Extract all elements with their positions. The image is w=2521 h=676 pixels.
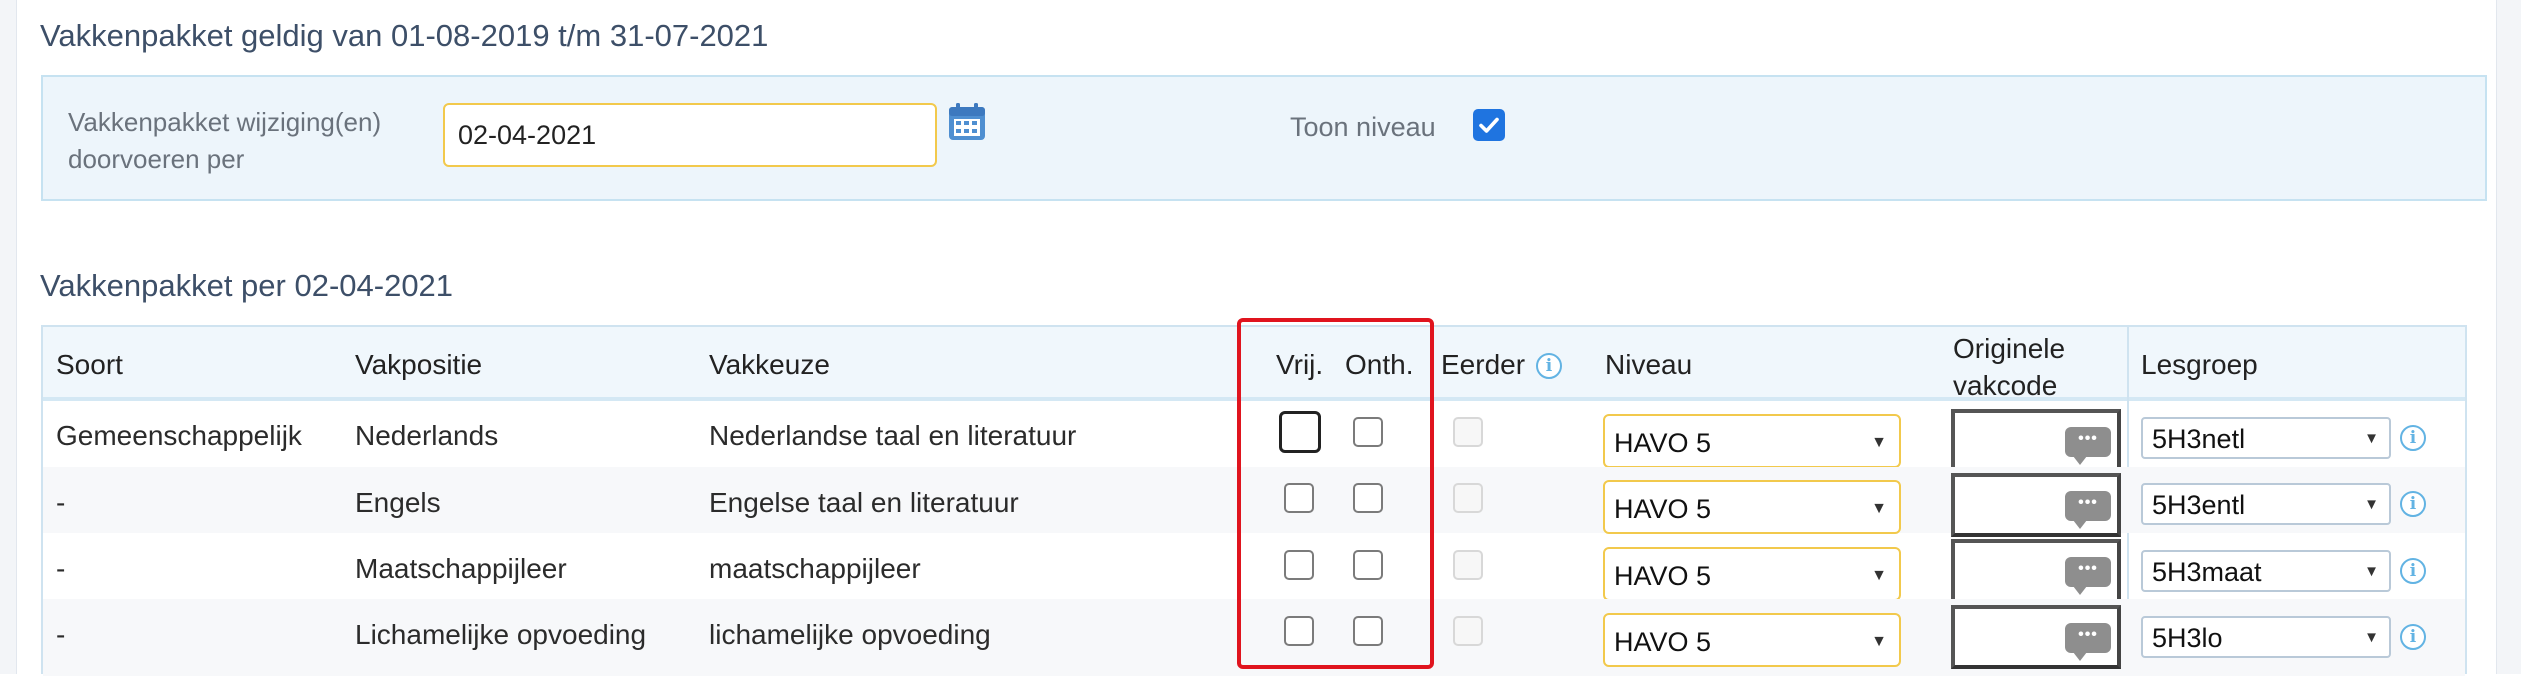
ontheffing-checkbox[interactable] xyxy=(1353,550,1383,580)
ontheffing-checkbox[interactable] xyxy=(1353,483,1383,513)
niveau-value: HAVO 5 xyxy=(1614,627,1712,657)
cell-vakkeuze: Engelse taal en literatuur xyxy=(709,487,1019,518)
right-gutter xyxy=(2496,0,2521,674)
header-vrij: Vrij. xyxy=(1276,349,1324,380)
niveau-select[interactable]: HAVO 5 ▼ xyxy=(1603,547,1901,601)
ontheffing-checkbox[interactable] xyxy=(1353,616,1383,646)
eerder-checkbox xyxy=(1453,417,1483,447)
vrijstelling-checkbox[interactable] xyxy=(1279,411,1321,453)
header-vakkeuze[interactable]: Vakkeuze xyxy=(709,349,830,381)
originele-vakcode-field[interactable]: ••• xyxy=(1951,409,2121,473)
calendar-icon[interactable] xyxy=(947,102,987,142)
vrijstelling-checkbox[interactable] xyxy=(1284,550,1314,580)
chevron-down-icon: ▼ xyxy=(2364,629,2379,646)
lesgroep-select[interactable]: 5H3lo ▼ xyxy=(2141,616,2391,658)
cell-vakkeuze: Nederlandse taal en literatuur xyxy=(709,420,1077,451)
chevron-down-icon: ▼ xyxy=(1871,633,1887,650)
table-row: - Maatschappijleer maatschappijleer HAVO… xyxy=(43,533,2465,603)
lesgroep-info-icon[interactable]: i xyxy=(2400,624,2426,650)
change-date-label-line2: doorvoeren per xyxy=(68,144,245,174)
lesgroep-select[interactable]: 5H3maat ▼ xyxy=(2141,550,2391,592)
niveau-value: HAVO 5 xyxy=(1614,561,1712,591)
ontheffing-checkbox[interactable] xyxy=(1353,417,1383,447)
cell-soort: - xyxy=(56,487,66,518)
chevron-down-icon: ▼ xyxy=(1871,500,1887,517)
subjects-table: Soort Vakpositie Vakkeuze Vrij. Onth. Ee… xyxy=(41,325,2467,676)
comment-icon[interactable]: ••• xyxy=(2065,557,2111,595)
cell-vakpositie: Lichamelijke opvoeding xyxy=(355,619,647,650)
cell-soort: - xyxy=(56,619,66,650)
table-row: - Engels Engelse taal en literatuur HAVO… xyxy=(43,467,2465,537)
originele-vakcode-field[interactable]: ••• xyxy=(1951,605,2121,669)
chevron-down-icon: ▼ xyxy=(1871,434,1887,451)
chevron-down-icon: ▼ xyxy=(2364,430,2379,447)
originele-vakcode-field[interactable]: ••• xyxy=(1951,473,2121,537)
lesgroep-info-icon[interactable]: i xyxy=(2400,491,2426,517)
eerder-checkbox xyxy=(1453,483,1483,513)
comment-icon[interactable]: ••• xyxy=(2065,623,2111,661)
chevron-down-icon: ▼ xyxy=(2364,563,2379,580)
cell-vakpositie: Nederlands xyxy=(355,420,499,451)
page-title: Vakkenpakket geldig van 01-08-2019 t/m 3… xyxy=(40,18,769,53)
lesgroep-select[interactable]: 5H3entl ▼ xyxy=(2141,483,2391,525)
lesgroep-value: 5H3netl xyxy=(2152,424,2246,454)
lesgroep-value: 5H3maat xyxy=(2152,557,2262,587)
header-vakpositie[interactable]: Vakpositie xyxy=(355,349,482,381)
header-niveau[interactable]: Niveau xyxy=(1605,349,1692,381)
header-onth: Onth. xyxy=(1345,349,1414,380)
header-originele-line2: vakcode xyxy=(1953,370,2058,401)
change-date-label-line1: Vakkenpakket wijziging(en) xyxy=(68,107,382,137)
header-originele-line1: Originele xyxy=(1953,333,2066,364)
table-row: - Lichamelijke opvoeding lichamelijke op… xyxy=(43,599,2465,676)
left-gutter xyxy=(0,0,17,674)
eerder-checkbox xyxy=(1453,550,1483,580)
section-title: Vakkenpakket per 02-04-2021 xyxy=(40,268,454,303)
cell-vakpositie: Maatschappijleer xyxy=(355,553,567,584)
niveau-value: HAVO 5 xyxy=(1614,494,1712,524)
header-originele-vakcode: Originele vakcode xyxy=(1953,330,2065,404)
vrijstelling-checkbox[interactable] xyxy=(1284,616,1314,646)
table-row: Gemeenschappelijk Nederlands Nederlandse… xyxy=(43,401,2465,473)
niveau-select[interactable]: HAVO 5 ▼ xyxy=(1603,414,1901,468)
comment-icon[interactable]: ••• xyxy=(2065,427,2111,465)
vrijstelling-checkbox[interactable] xyxy=(1284,483,1314,513)
lesgroep-select[interactable]: 5H3netl ▼ xyxy=(2141,417,2391,459)
cell-vakpositie: Engels xyxy=(355,487,441,518)
table-header: Soort Vakpositie Vakkeuze Vrij. Onth. Ee… xyxy=(43,327,2465,401)
change-date-label: Vakkenpakket wijziging(en) doorvoeren pe… xyxy=(68,104,428,178)
header-lesgroep[interactable]: Lesgroep xyxy=(2141,349,2258,381)
lesgroep-value: 5H3lo xyxy=(2152,623,2223,653)
cell-vakkeuze: lichamelijke opvoeding xyxy=(709,619,991,650)
chevron-down-icon: ▼ xyxy=(1871,567,1887,584)
cell-soort: Gemeenschappelijk xyxy=(56,420,302,451)
toon-niveau-label: Toon niveau xyxy=(1290,112,1436,142)
lesgroep-value: 5H3entl xyxy=(2152,490,2246,520)
toon-niveau-checkbox[interactable] xyxy=(1473,109,1505,141)
chevron-down-icon: ▼ xyxy=(2364,496,2379,513)
cell-vakkeuze: maatschappijleer xyxy=(709,553,921,584)
eerder-checkbox xyxy=(1453,616,1483,646)
originele-vakcode-field[interactable]: ••• xyxy=(1951,539,2121,603)
header-eerder: Eerder xyxy=(1441,349,1526,380)
header-soort[interactable]: Soort xyxy=(56,349,123,381)
checkmark-icon xyxy=(1479,117,1499,133)
niveau-select[interactable]: HAVO 5 ▼ xyxy=(1603,480,1901,534)
cell-soort: - xyxy=(56,553,66,584)
change-date-input[interactable] xyxy=(443,103,937,167)
niveau-select[interactable]: HAVO 5 ▼ xyxy=(1603,613,1901,667)
eerder-info-icon[interactable]: i xyxy=(1536,353,1562,379)
niveau-value: HAVO 5 xyxy=(1614,428,1712,458)
lesgroep-info-icon[interactable]: i xyxy=(2400,558,2426,584)
lesgroep-info-icon[interactable]: i xyxy=(2400,425,2426,451)
comment-icon[interactable]: ••• xyxy=(2065,491,2111,529)
